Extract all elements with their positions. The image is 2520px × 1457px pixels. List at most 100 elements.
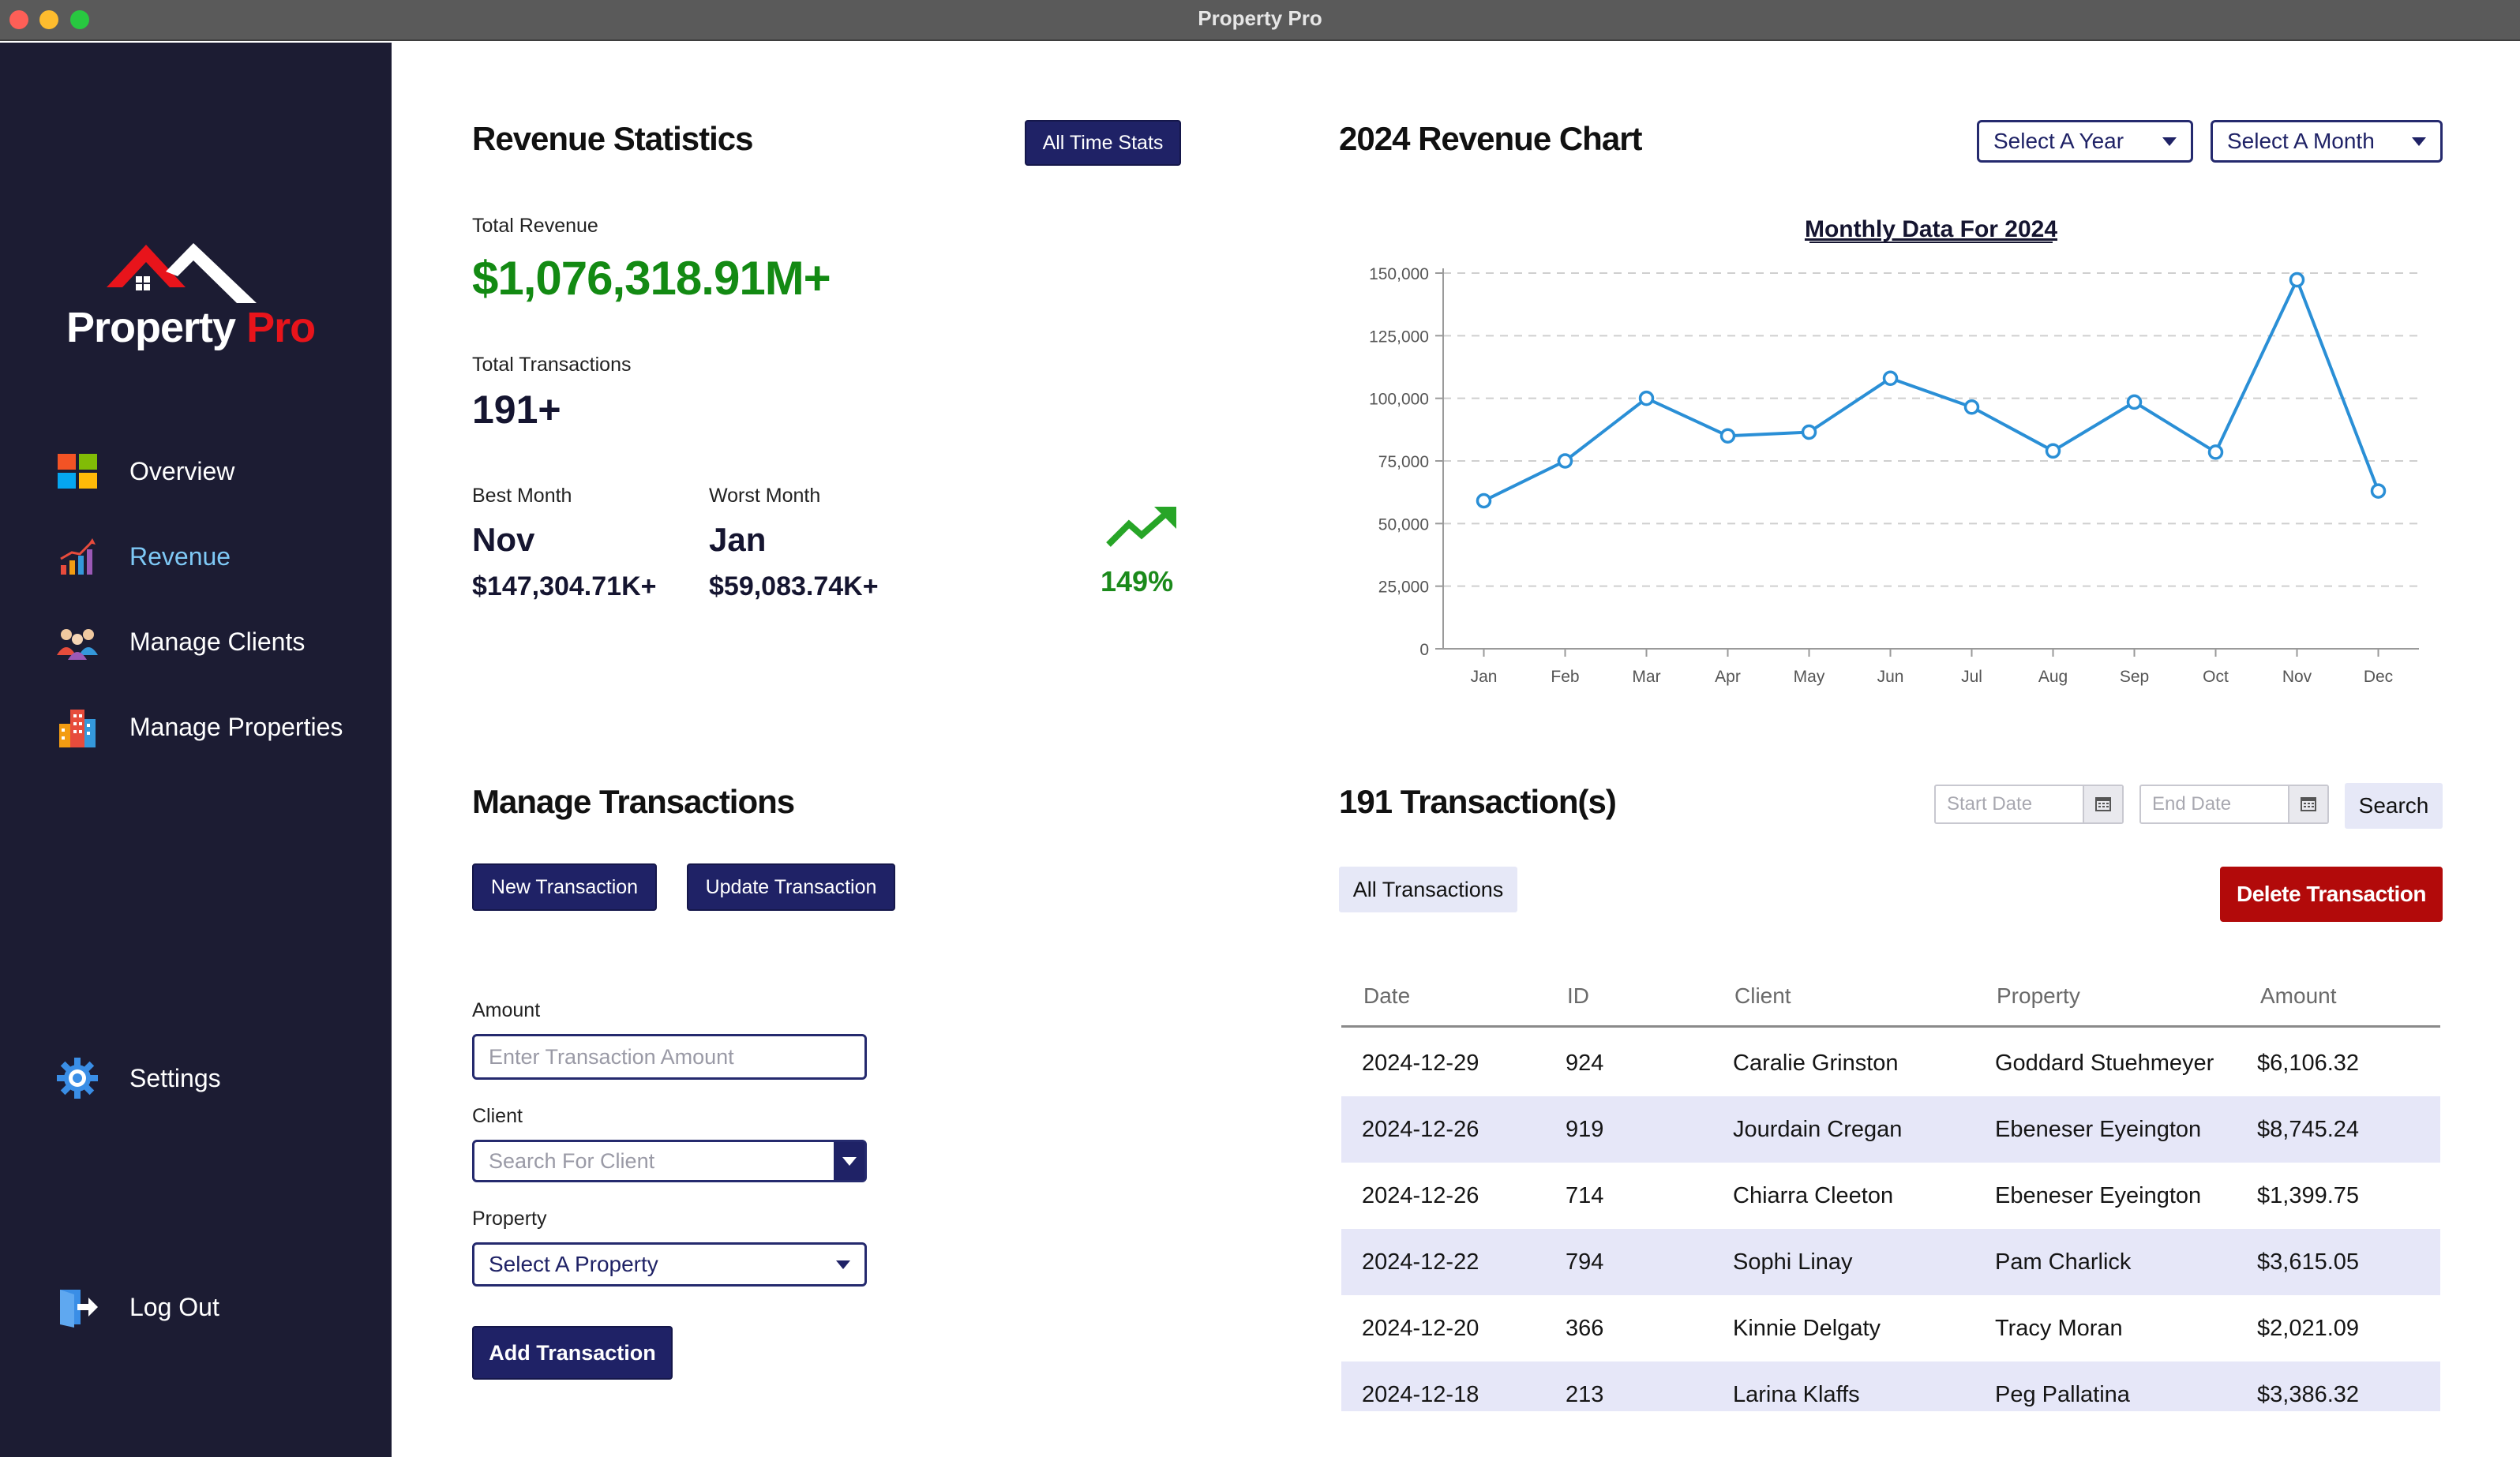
cell-amount: $3,615.05: [2257, 1249, 2360, 1275]
x-tick-label: Jan: [1471, 668, 1498, 686]
cell-amount: $6,106.32: [2257, 1051, 2360, 1076]
revenue-statistics-title: Revenue Statistics: [472, 120, 753, 157]
y-tick-label: 50,000: [1378, 515, 1429, 534]
x-tick-label: May: [1794, 668, 1825, 686]
cell-client: Sophi Linay: [1733, 1249, 1853, 1275]
logout-icon: [55, 1285, 99, 1329]
cell-property: Goddard Stuehmeyer: [1995, 1051, 2214, 1076]
logo-text: Property Pro: [66, 304, 316, 351]
month-select[interactable]: Select A Month: [2211, 120, 2443, 163]
cell-id: 919: [1566, 1117, 1604, 1142]
title-bar: Property Pro: [0, 0, 2520, 41]
data-point: [2045, 443, 2061, 459]
year-select[interactable]: Select A Year: [1977, 120, 2193, 163]
sidebar-item-settings[interactable]: Settings: [55, 1054, 371, 1102]
cell-amount: $3,386.32: [2257, 1382, 2360, 1407]
client-dropdown-button[interactable]: [834, 1142, 864, 1180]
data-point: [1963, 399, 1980, 415]
calendar-icon[interactable]: [2083, 786, 2122, 822]
column-header-date[interactable]: Date: [1363, 983, 1410, 1009]
table-row[interactable]: 2024-12-18 213 Larina Klaffs Peg Pallati…: [1341, 1361, 2440, 1411]
cell-client: Jourdain Cregan: [1733, 1117, 1903, 1142]
property-select-value: Select A Property: [489, 1252, 658, 1276]
add-transaction-button[interactable]: Add Transaction: [472, 1326, 673, 1380]
calendar-icon[interactable]: [2288, 786, 2327, 822]
data-point: [1719, 428, 1736, 444]
cell-date: 2024-12-20: [1362, 1316, 1479, 1341]
cell-id: 213: [1566, 1382, 1604, 1407]
year-select-value: Select A Year: [1993, 129, 2124, 153]
amount-input[interactable]: [472, 1034, 867, 1080]
cell-client: Caralie Grinston: [1733, 1051, 1899, 1076]
delete-transaction-button[interactable]: Delete Transaction: [2220, 867, 2443, 922]
cell-property: Ebeneser Eyeington: [1995, 1117, 2202, 1142]
windows-grid-icon: [55, 449, 99, 493]
x-tick-label: Jun: [1877, 668, 1904, 686]
data-point: [1476, 493, 1492, 509]
new-transaction-button[interactable]: New Transaction: [472, 863, 657, 911]
cell-property: Peg Pallatina: [1995, 1382, 2130, 1407]
property-select[interactable]: Select A Property: [472, 1242, 867, 1287]
y-tick-label: 0: [1419, 641, 1429, 659]
best-month-value: $147,304.71K+: [472, 571, 657, 601]
total-revenue-label: Total Revenue: [472, 215, 598, 237]
column-header-id[interactable]: ID: [1567, 983, 1589, 1009]
x-tick-label: Oct: [2203, 668, 2229, 686]
cell-id: 714: [1566, 1183, 1604, 1208]
column-header-property[interactable]: Property: [1997, 983, 2080, 1009]
client-label: Client: [472, 1105, 523, 1127]
data-point: [2126, 394, 2143, 410]
x-tick-label: Dec: [2364, 668, 2393, 686]
start-date-input[interactable]: [1936, 786, 2084, 822]
chart-title: Monthly Data For 2024: [1805, 216, 2057, 242]
revenue-chart-title: 2024 Revenue Chart: [1339, 120, 1643, 157]
chevron-down-icon: [836, 1260, 850, 1269]
table-row[interactable]: 2024-12-26 714 Chiarra Cleeton Ebeneser …: [1341, 1163, 2440, 1229]
search-button[interactable]: Search: [2345, 783, 2443, 829]
sidebar-item-overview[interactable]: Overview: [55, 448, 371, 495]
sidebar-item-label: Log Out: [129, 1292, 219, 1321]
chevron-down-icon: [2162, 137, 2177, 146]
property-pro-logo: Property Pro: [63, 208, 316, 358]
cell-client: Kinnie Delgaty: [1733, 1316, 1881, 1341]
sidebar-item-manage-properties[interactable]: Manage Properties: [55, 703, 371, 751]
x-tick-label: Apr: [1715, 668, 1741, 686]
cell-id: 794: [1566, 1249, 1604, 1275]
table-row[interactable]: 2024-12-29 924 Caralie Grinston Goddard …: [1341, 1030, 2440, 1096]
end-date-input[interactable]: [2141, 786, 2289, 822]
x-tick-label: Feb: [1551, 668, 1579, 686]
all-transactions-button[interactable]: All Transactions: [1339, 867, 1517, 912]
column-header-client[interactable]: Client: [1734, 983, 1791, 1009]
sidebar-item-label: Settings: [129, 1063, 221, 1092]
cell-property: Tracy Moran: [1995, 1316, 2123, 1341]
y-tick-label: 75,000: [1378, 453, 1429, 471]
sidebar-item-log-out[interactable]: Log Out: [55, 1283, 371, 1331]
cell-date: 2024-12-26: [1362, 1183, 1479, 1208]
start-date-picker[interactable]: [1934, 785, 2124, 824]
table-row[interactable]: 2024-12-22 794 Sophi Linay Pam Charlick …: [1341, 1229, 2440, 1295]
sidebar-item-label: Manage Properties: [129, 712, 343, 741]
client-search-input[interactable]: [472, 1140, 867, 1182]
sidebar-item-manage-clients[interactable]: Manage Clients: [55, 618, 371, 665]
best-month-label: Best Month: [472, 485, 572, 507]
buildings-icon: [55, 705, 99, 749]
update-transaction-button[interactable]: Update Transaction: [687, 863, 895, 911]
x-tick-label: Nov: [2282, 668, 2312, 686]
cell-amount: $2,021.09: [2257, 1316, 2360, 1341]
cell-date: 2024-12-18: [1362, 1382, 1479, 1407]
table-row[interactable]: 2024-12-20 366 Kinnie Delgaty Tracy Mora…: [1341, 1295, 2440, 1361]
cell-date: 2024-12-29: [1362, 1051, 1479, 1076]
sidebar-item-revenue[interactable]: Revenue: [55, 533, 371, 580]
sidebar-item-label: Overview: [129, 456, 235, 485]
transactions-count-title: 191 Transaction(s): [1339, 783, 1617, 820]
house-roof-icon: [107, 243, 257, 303]
best-month-name: Nov: [472, 521, 535, 558]
sidebar-item-label: Revenue: [129, 541, 231, 571]
column-header-amount[interactable]: Amount: [2260, 983, 2337, 1009]
y-tick-label: 150,000: [1369, 265, 1429, 283]
x-tick-label: Mar: [1632, 668, 1660, 686]
all-time-stats-button[interactable]: All Time Stats: [1025, 120, 1181, 166]
data-point: [2370, 483, 2387, 499]
end-date-picker[interactable]: [2139, 785, 2329, 824]
table-row[interactable]: 2024-12-26 919 Jourdain Cregan Ebeneser …: [1341, 1096, 2440, 1163]
